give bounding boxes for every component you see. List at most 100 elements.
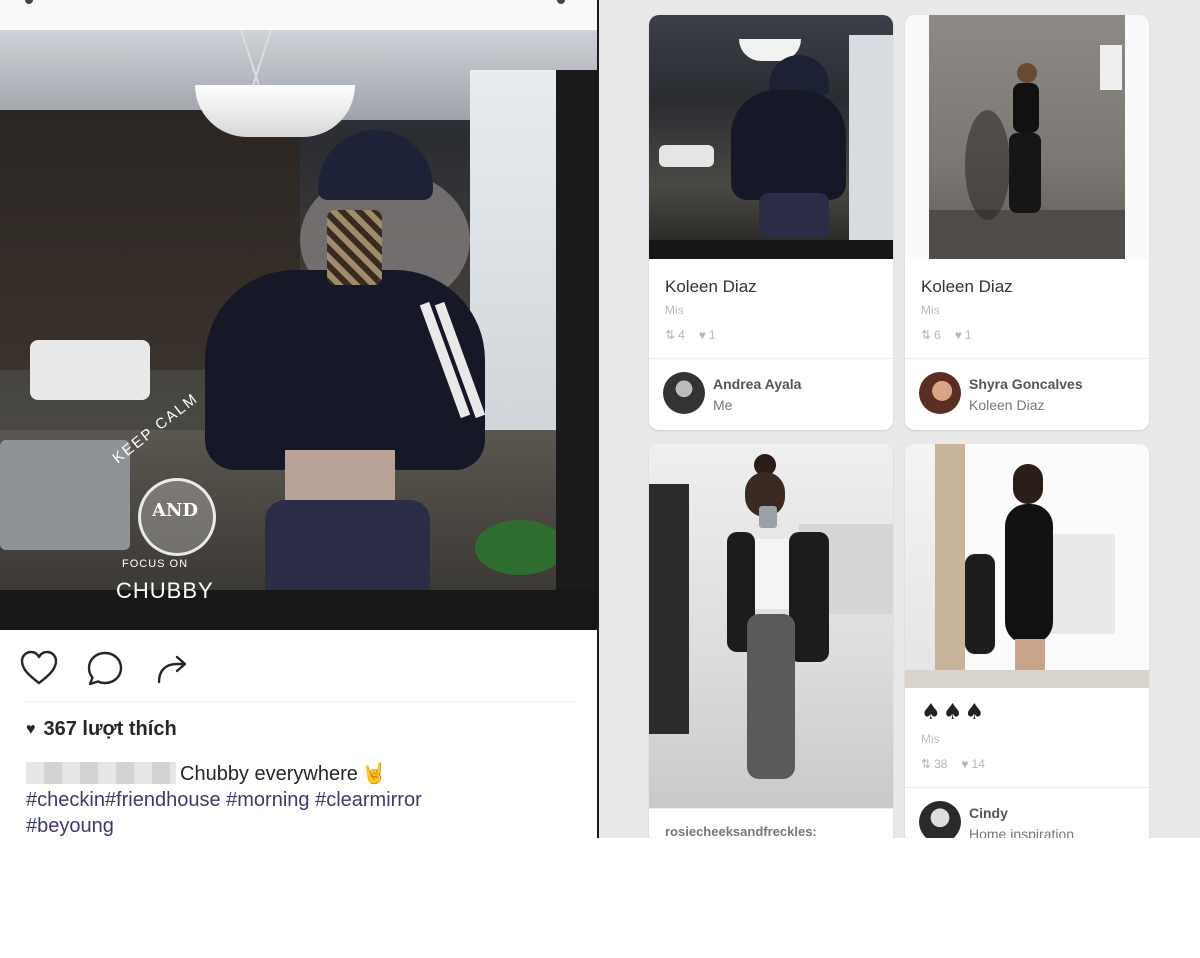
avatar[interactable] xyxy=(663,372,705,414)
photo-window xyxy=(849,35,893,255)
repin-count: 38 xyxy=(934,757,948,771)
like-stat: ♥ 1 xyxy=(699,328,716,342)
pin-card[interactable]: Koleen Diaz Mis ⇅ 4 ♥ 1 Andrea Ayala Me xyxy=(649,15,893,430)
photo-mirror-edge xyxy=(556,70,598,610)
photo-shadow xyxy=(965,110,1010,220)
share-icon xyxy=(157,655,187,684)
pin-card[interactable]: ♠♠♠ Mis ⇅ 38 ♥ 14 Cindy Home inspiration xyxy=(905,444,1149,844)
like-count: 1 xyxy=(964,328,972,342)
pin-icon: ⇅ xyxy=(921,328,932,342)
pin-image[interactable] xyxy=(649,15,893,259)
repin-stat: ⇅ 38 xyxy=(921,757,947,771)
likes-label: 367 lượt thích xyxy=(43,718,177,740)
pinner-name[interactable]: Andrea Ayala xyxy=(713,376,801,392)
post-caption: Chubby everywhere 🤘 #checkin#friendhouse … xyxy=(26,760,586,839)
pinner-board[interactable]: Koleen Diaz xyxy=(969,397,1045,413)
pin-stats: ⇅ 4 ♥ 1 xyxy=(665,328,716,342)
like-count[interactable]: ♥ 367 lượt thích xyxy=(26,718,177,741)
photo-legs xyxy=(1009,133,1041,213)
repin-stat: ⇅ 4 xyxy=(665,328,685,342)
photo-mirror-frame xyxy=(0,590,598,630)
photo-bag xyxy=(965,554,995,654)
pin-board: Mis xyxy=(921,732,940,746)
photo-floor xyxy=(929,210,1125,259)
pin-stats: ⇅ 38 ♥ 14 xyxy=(921,757,985,771)
photo-jacket xyxy=(789,532,829,662)
photo-chairs xyxy=(659,145,714,167)
avatar[interactable] xyxy=(919,801,961,843)
photo-couch xyxy=(0,440,130,550)
pin-card[interactable]: Koleen Diaz Mis ⇅ 6 ♥ 1 Shyra Goncalves Ko… xyxy=(905,15,1149,430)
watermark-and-text: AND xyxy=(151,500,199,521)
photo-cap xyxy=(769,55,829,95)
photo-mirror-frame xyxy=(649,240,893,259)
heart-icon: ♥ xyxy=(961,757,969,771)
photo-torso xyxy=(731,90,846,200)
photo-floor xyxy=(905,670,1149,688)
post-photo[interactable]: KEEP CALM AND FOCUS ON CHUBBY xyxy=(0,30,598,630)
pin-title[interactable]: Koleen Diaz xyxy=(921,277,1013,297)
pin-board: Mis xyxy=(665,303,684,317)
pin-title[interactable]: Koleen Diaz xyxy=(665,277,757,297)
repin-stat: ⇅ 6 xyxy=(921,328,941,342)
photo-sign xyxy=(1100,45,1122,90)
photo-cap xyxy=(318,130,433,200)
photo-leggings xyxy=(747,614,795,779)
pin-source[interactable]: rosiecheeksandfreckles: xyxy=(665,824,817,839)
repin-count: 4 xyxy=(678,328,685,342)
blurred-username[interactable] xyxy=(26,762,176,784)
rock-hand-emoji: 🤘 xyxy=(361,761,387,785)
photo-phone xyxy=(327,210,382,285)
dot-icon xyxy=(25,0,33,4)
pin-card[interactable]: rosiecheeksandfreckles: xyxy=(649,444,893,844)
photo-dress xyxy=(1005,504,1053,644)
watermark-chubby-text: CHUBBY xyxy=(116,578,214,603)
divider xyxy=(649,358,893,359)
hashtags-line[interactable]: #checkin#friendhouse #morning #clearmirr… xyxy=(26,789,422,811)
heart-icon: ♥ xyxy=(954,328,962,342)
post-actions xyxy=(0,640,598,700)
photo-door xyxy=(935,444,965,688)
pin-icon: ⇅ xyxy=(665,328,676,342)
pin-image[interactable] xyxy=(905,15,1149,259)
like-stat: ♥ 1 xyxy=(955,328,972,342)
photo-head xyxy=(1013,464,1043,504)
share-button[interactable] xyxy=(150,648,192,690)
comment-icon xyxy=(87,651,123,686)
photo-door-frame xyxy=(649,484,689,734)
like-count: 1 xyxy=(708,328,716,342)
pin-board: Mis xyxy=(921,303,940,317)
heart-icon: ♥ xyxy=(698,328,706,342)
pin-title-spades[interactable]: ♠♠♠ xyxy=(921,700,986,725)
dot-icon xyxy=(557,0,565,4)
like-stat: ♥ 14 xyxy=(961,757,984,771)
avatar[interactable] xyxy=(919,372,961,414)
pin-image[interactable] xyxy=(649,444,893,808)
comment-button[interactable] xyxy=(84,648,126,690)
photo-phone xyxy=(759,506,777,528)
pinner-name[interactable]: Shyra Goncalves xyxy=(969,376,1083,392)
heart-filled-icon: ♥ xyxy=(26,720,36,738)
repin-count: 6 xyxy=(934,328,941,342)
like-count: 14 xyxy=(971,757,985,771)
status-strip xyxy=(0,0,598,30)
photo-legs xyxy=(759,193,829,238)
pinner-board[interactable]: Me xyxy=(713,397,732,413)
divider xyxy=(22,701,575,702)
bottom-whitespace xyxy=(599,838,1200,958)
pinterest-grid: Koleen Diaz Mis ⇅ 4 ♥ 1 Andrea Ayala Me Ko… xyxy=(599,0,1200,958)
caption-text: Chubby everywhere xyxy=(180,763,358,785)
heart-icon xyxy=(20,650,58,685)
pin-image[interactable] xyxy=(905,444,1149,688)
divider xyxy=(649,808,893,809)
like-button[interactable] xyxy=(18,648,60,690)
hashtags-line[interactable]: #beyoung xyxy=(26,815,114,837)
photo-head xyxy=(1017,63,1037,83)
pinner-name[interactable]: Cindy xyxy=(969,805,1008,821)
pin-icon: ⇅ xyxy=(921,757,932,771)
photo-top xyxy=(1013,83,1039,133)
watermark-focus-text: FOCUS ON xyxy=(122,558,189,570)
divider xyxy=(905,358,1149,359)
photo-lamp xyxy=(195,85,355,137)
photo-plant xyxy=(475,520,565,575)
